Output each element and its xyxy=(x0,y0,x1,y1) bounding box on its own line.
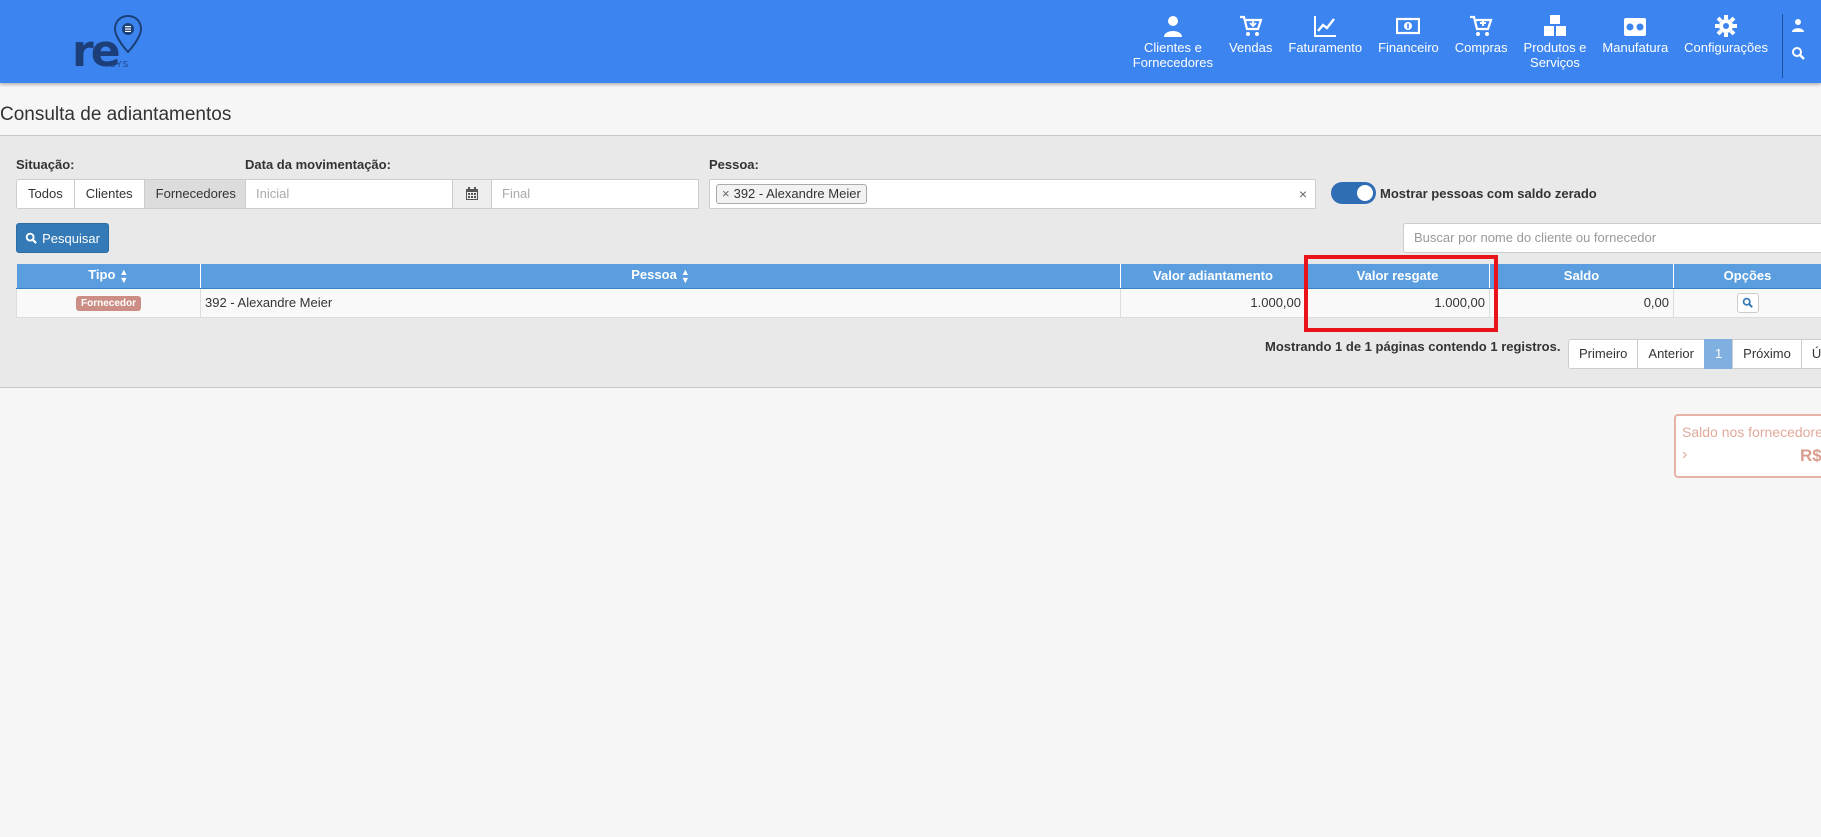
data-final-input[interactable]: Final xyxy=(491,179,699,209)
nav-faturamento[interactable]: Faturamento xyxy=(1280,14,1370,80)
col-valor-adiantamento: Valor adiantamento xyxy=(1120,264,1306,289)
col-pessoa[interactable]: Pessoa ▲ ▼ xyxy=(200,264,1121,289)
page-prev-button[interactable]: Anterior xyxy=(1637,339,1705,369)
nav-label: Vendas xyxy=(1229,40,1273,55)
nav-compras[interactable]: Compras xyxy=(1447,14,1516,80)
data-movimentacao-label: Data da movimentação: xyxy=(245,157,391,172)
cell-saldo: 0,00 xyxy=(1489,287,1674,318)
cell-pessoa: 392 - Alexandre Meier xyxy=(200,287,1121,318)
pesquisar-button[interactable]: Pesquisar xyxy=(16,223,109,253)
tipo-badge: Fornecedor xyxy=(75,296,141,311)
saldo-zerado-toggle[interactable] xyxy=(1331,182,1376,204)
nav-label: Faturamento xyxy=(1288,40,1363,55)
col-saldo: Saldo xyxy=(1489,264,1674,289)
page-next-button[interactable]: Próximo xyxy=(1732,339,1802,369)
cubes-icon xyxy=(1543,15,1566,36)
col-tipo-label: Tipo xyxy=(88,267,116,283)
search-icon xyxy=(25,232,38,244)
table-header-row: Tipo ▲ ▼ Pessoa ▲ ▼ Valor adiantamento Valor… xyxy=(16,264,1821,289)
col-pessoa-label: Pessoa xyxy=(631,267,677,283)
user-icon xyxy=(1163,16,1182,37)
nav-clientes-fornecedores[interactable]: Clientes e Fornecedores xyxy=(1125,14,1221,80)
situacao-fornecedores-button[interactable]: Fornecedores xyxy=(144,180,247,208)
adiantamentos-table: Tipo ▲ ▼ Pessoa ▲ ▼ Valor adiantamento Valor… xyxy=(16,264,1821,318)
cell-valor-adiantamento: 1.000,00 xyxy=(1120,287,1306,318)
col-opcoes: Opções xyxy=(1673,264,1821,289)
nav-configuracoes[interactable]: Configurações xyxy=(1676,14,1776,80)
nav-vendas[interactable]: Vendas xyxy=(1221,14,1280,80)
gear-icon xyxy=(1715,15,1738,37)
nav-financeiro[interactable]: Financeiro xyxy=(1370,14,1447,80)
situacao-button-group: Todos Clientes Fornecedores xyxy=(16,179,248,209)
nav-label: Manufatura xyxy=(1602,40,1669,55)
nav-label: Produtos e Serviços xyxy=(1523,40,1587,70)
nav-produtos-servicos[interactable]: Produtos e Serviços xyxy=(1516,14,1595,80)
data-inicial-input[interactable]: Inicial xyxy=(245,179,453,209)
pagination: Primeiro Anterior 1 Próximo Último xyxy=(1568,339,1821,369)
clear-selection-icon[interactable]: × xyxy=(1299,186,1307,202)
nav-right-icons xyxy=(1791,14,1821,80)
chevron-right-icon: › xyxy=(1682,446,1688,463)
cell-tipo: Fornecedor xyxy=(16,287,201,318)
search-icon[interactable] xyxy=(1791,46,1805,60)
logo-pin-icon xyxy=(113,14,143,54)
pessoa-label: Pessoa: xyxy=(709,157,759,172)
pagination-info: Mostrando 1 de 1 páginas contendo 1 regi… xyxy=(1265,339,1561,354)
top-navbar: re SYS Clientes e Fornecedores Vendas Fa… xyxy=(0,0,1821,83)
pessoa-select[interactable]: × 392 - Alexandre Meier × xyxy=(709,179,1316,209)
nav-label: Compras xyxy=(1454,40,1508,55)
col-tipo[interactable]: Tipo ▲ ▼ xyxy=(16,264,201,289)
highlight-box xyxy=(1304,255,1498,332)
chart-line-icon xyxy=(1314,16,1337,37)
cart-icon xyxy=(1239,15,1263,36)
calendar-icon[interactable] xyxy=(452,179,492,209)
nav-label: Financeiro xyxy=(1378,40,1439,55)
app-logo[interactable]: re SYS xyxy=(72,14,152,74)
buscar-input[interactable]: Buscar por nome do cliente ou fornecedor xyxy=(1403,223,1821,253)
nav-divider xyxy=(1782,14,1783,78)
situacao-label: Situação: xyxy=(16,157,75,172)
situacao-todos-button[interactable]: Todos xyxy=(17,180,75,208)
situacao-clientes-button[interactable]: Clientes xyxy=(74,180,145,208)
search-icon xyxy=(1742,297,1753,308)
card-title: Saldo nos fornecedores xyxy=(1682,424,1821,440)
pessoa-chip: × 392 - Alexandre Meier xyxy=(716,184,867,204)
toggle-knob xyxy=(1357,185,1373,201)
cart-plus-icon xyxy=(1470,15,1493,36)
nav-label: Clientes e Fornecedores xyxy=(1132,40,1213,70)
industry-icon xyxy=(1624,18,1647,36)
table-row: Fornecedor 392 - Alexandre Meier 1.000,0… xyxy=(16,287,1821,318)
chip-remove-icon[interactable]: × xyxy=(722,186,730,201)
page-title: Consulta de adiantamentos xyxy=(0,104,232,125)
saldo-fornecedores-card[interactable]: Saldo nos fornecedores › R$ xyxy=(1674,414,1821,478)
card-value: R$ xyxy=(1800,446,1821,465)
page-last-button[interactable]: Último xyxy=(1800,339,1821,369)
sort-icon: ▲ ▼ xyxy=(119,267,129,286)
nav-manufatura[interactable]: Manufatura xyxy=(1594,14,1676,80)
cell-opcoes xyxy=(1673,287,1821,318)
pesquisar-label: Pesquisar xyxy=(42,230,100,246)
main-nav: Clientes e Fornecedores Vendas Faturamen… xyxy=(1125,14,1821,80)
pessoa-chip-label: 392 - Alexandre Meier xyxy=(733,186,861,201)
view-details-button[interactable] xyxy=(1736,292,1759,313)
money-icon xyxy=(1396,17,1421,35)
page-current-button[interactable]: 1 xyxy=(1703,339,1734,369)
nav-label: Configurações xyxy=(1684,40,1768,55)
sort-icon: ▲ ▼ xyxy=(680,267,690,286)
page-first-button[interactable]: Primeiro xyxy=(1568,339,1639,369)
saldo-zerado-label: Mostrar pessoas com saldo zerado xyxy=(1380,186,1597,201)
logo-subtext: SYS xyxy=(110,60,130,69)
user-account-icon[interactable] xyxy=(1791,18,1805,32)
